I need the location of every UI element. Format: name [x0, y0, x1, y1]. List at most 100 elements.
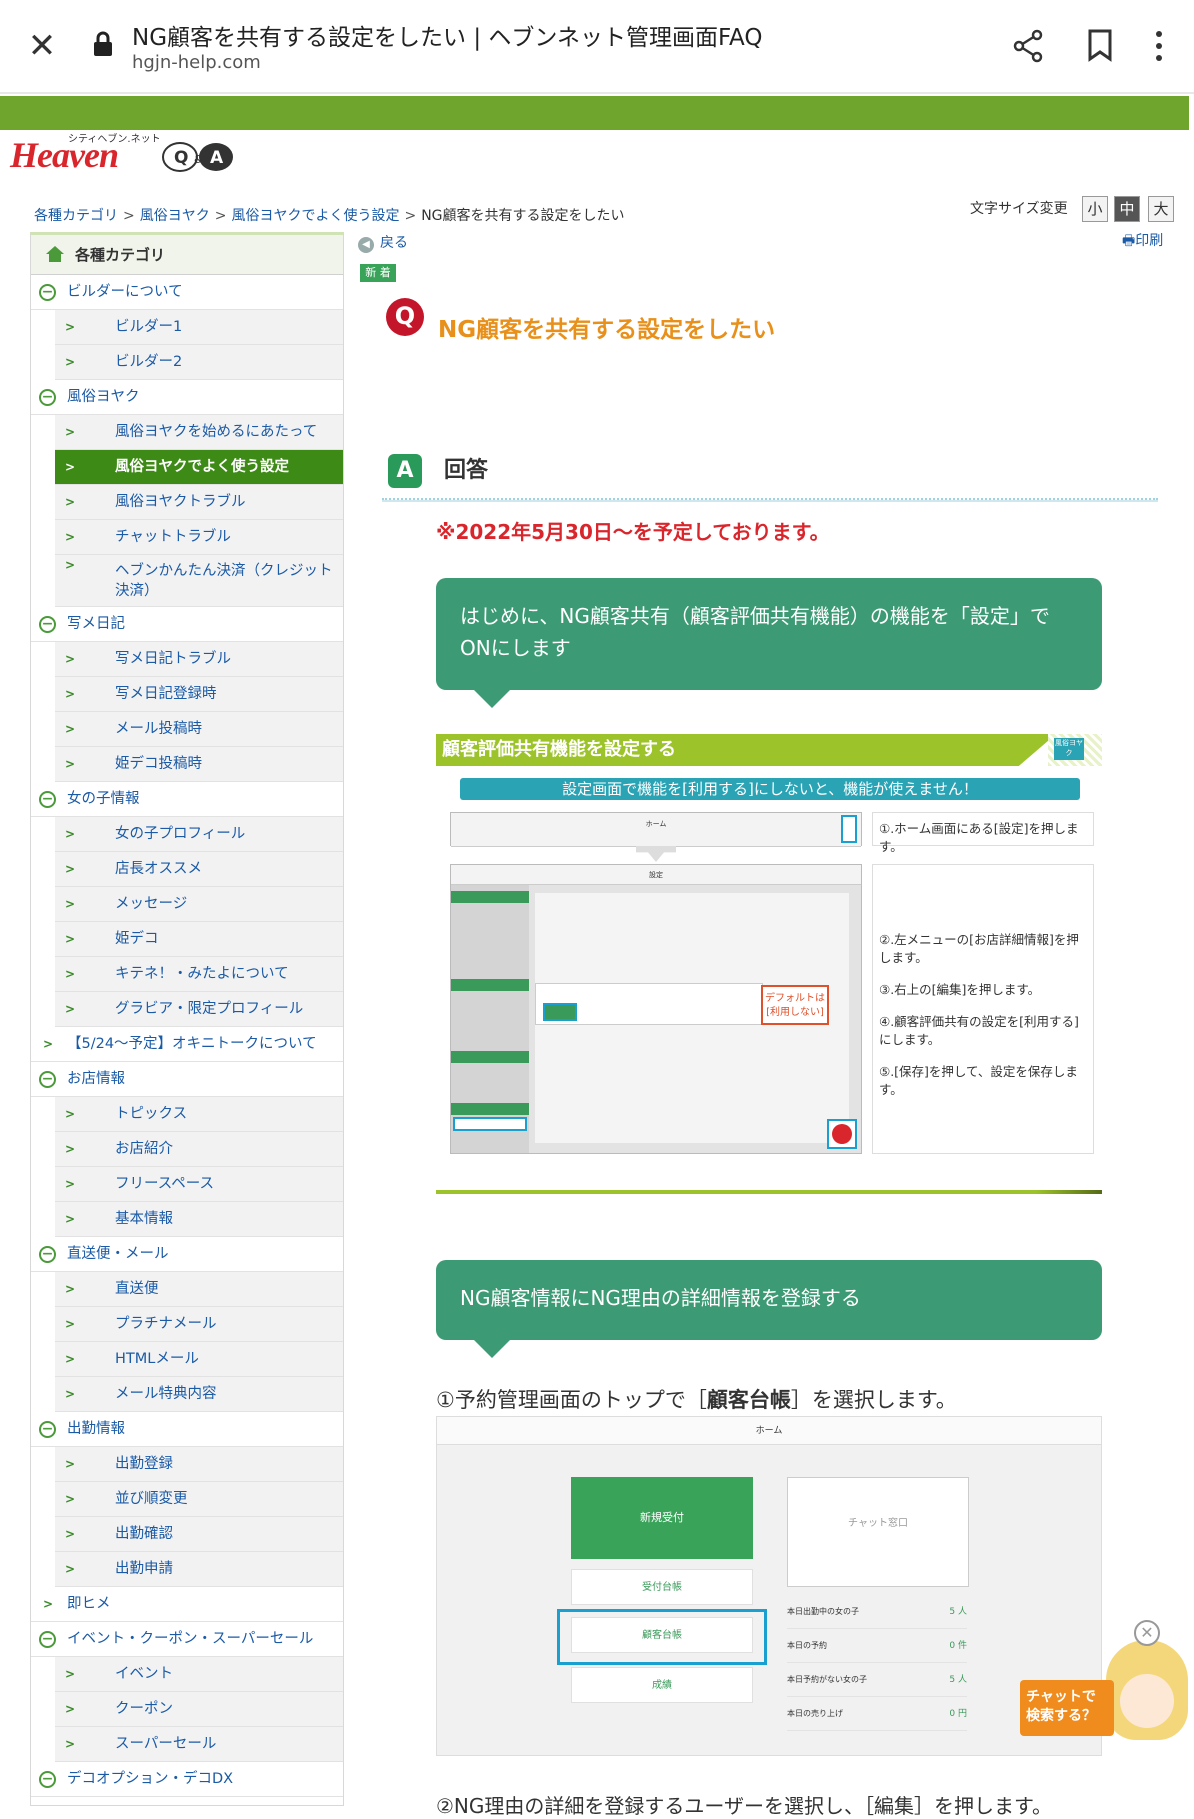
sidebar-item[interactable]: > スーパーセール [55, 1727, 343, 1762]
sidebar-category-link[interactable]: > 【5/24〜予定】オキニトークについて [31, 1027, 343, 1062]
sidebar-category[interactable]: − ビルダーについて [31, 275, 343, 310]
new-reception-card[interactable]: 新規受付 [571, 1477, 753, 1559]
sidebar-item[interactable]: > 写メ日記登録時 [55, 677, 343, 712]
sidebar-item[interactable]: > HTMLメール [55, 1342, 343, 1377]
sidebar-item-label: 直送便 [115, 1281, 159, 1297]
sidebar-item[interactable]: > プラチナメール [55, 1307, 343, 1342]
sidebar-category[interactable]: − イベント・クーポン・スーパーセール [31, 1622, 343, 1657]
collapse-icon[interactable]: − [39, 1246, 56, 1263]
chevron-right-icon: > [65, 460, 76, 474]
sidebar-item-label: 並び順変更 [115, 1491, 188, 1507]
sidebar-item[interactable]: > 写メ日記トラブル [55, 642, 343, 677]
sidebar-item[interactable]: > チャットトラブル [55, 520, 343, 555]
sidebar-item-label: イベント [115, 1666, 173, 1682]
chevron-right-icon: > [65, 320, 76, 334]
bookmark-icon[interactable] [1086, 28, 1114, 62]
reception-ledger-card[interactable]: 受付台帳 [571, 1569, 753, 1605]
sidebar-item-label: スーパーセール [115, 1736, 217, 1752]
sidebar-item[interactable]: > 出勤確認 [55, 1517, 343, 1552]
reservation-home-mockup: ホーム 新規受付 チャット窓口 受付台帳 顧客台帳 成績 本日出勤中の女の子 5 … [436, 1416, 1102, 1756]
sidebar-item[interactable]: > 風俗ヨヤクを始めるにあたって [55, 415, 343, 450]
sidebar-item[interactable]: > メール特典内容 [55, 1377, 343, 1412]
sidebar-item[interactable]: > 姫デコ投稿時 [55, 747, 343, 782]
sidebar-item-label: 出勤申請 [115, 1561, 173, 1577]
chatbot-close-icon[interactable]: ✕ [1134, 1620, 1160, 1646]
sidebar-item-label: デコオプション・デコDX [67, 1771, 234, 1787]
sidebar-item[interactable]: > ビルダー1 [55, 310, 343, 345]
sidebar-item[interactable]: > お店紹介 [55, 1132, 343, 1167]
sidebar-item[interactable]: > クーポン [55, 1692, 343, 1727]
sidebar-category[interactable]: − 直送便・メール [31, 1237, 343, 1272]
sidebar-category[interactable]: − 出勤情報 [31, 1412, 343, 1447]
sidebar-item[interactable]: > 並び順変更 [55, 1482, 343, 1517]
sidebar-item[interactable]: > 風俗ヨヤクでよく使う設定 [55, 450, 343, 485]
chevron-right-icon: > [65, 687, 76, 701]
collapse-icon[interactable]: − [39, 616, 56, 633]
sidebar-item[interactable]: > 出勤登録 [55, 1447, 343, 1482]
section-divider [436, 1190, 1102, 1194]
breadcrumb-link-1[interactable]: 風俗ヨヤク [140, 208, 210, 224]
sidebar-item[interactable]: > 姫デコ [55, 922, 343, 957]
sidebar-category[interactable]: − お店情報 [31, 1062, 343, 1097]
sidebar-item[interactable]: > メッセージ [55, 887, 343, 922]
sidebar-category[interactable]: − 女の子情報 [31, 782, 343, 817]
sidebar-item[interactable]: > フリースペース [55, 1167, 343, 1202]
sidebar-category[interactable]: − デコオプション・デコDX [31, 1762, 343, 1797]
sidebar-item[interactable]: > メール投稿時 [55, 712, 343, 747]
chevron-right-icon: > [65, 1737, 76, 1751]
sidebar-item[interactable]: > 基本情報 [55, 1202, 343, 1237]
sidebar-item-label: 風俗ヨヤクでよく使う設定 [115, 459, 289, 475]
font-size-medium-button[interactable]: 中 [1114, 196, 1140, 222]
back-link[interactable]: ◀ 戻る [358, 232, 408, 253]
sidebar-item[interactable]: > ヘブンかんたん決済（クレジット決済） [55, 555, 343, 607]
chatbot-widget[interactable]: チャットで検索する？ ✕ [1020, 1620, 1190, 1740]
results-card[interactable]: 成績 [571, 1667, 753, 1703]
collapse-icon[interactable]: − [39, 284, 56, 301]
chevron-right-icon: > [65, 355, 76, 369]
sidebar-item[interactable]: > トピックス [55, 1097, 343, 1132]
breadcrumb-link-0[interactable]: 各種カテゴリ [34, 208, 118, 224]
sidebar-item[interactable]: > グラビア・限定プロフィール [55, 992, 343, 1027]
collapse-icon[interactable]: − [39, 1631, 56, 1648]
back-label: 戻る [380, 235, 408, 251]
sidebar-item[interactable]: > イベント [55, 1657, 343, 1692]
sidebar-category[interactable]: − 風俗ヨヤク [31, 380, 343, 415]
step2-partial-text: ②NG理由の詳細を登録するユーザーを選択し、［編集］を押します。 [436, 1794, 1052, 1818]
more-options-icon[interactable] [1150, 26, 1168, 66]
sidebar-category[interactable]: − 写メ日記 [31, 607, 343, 642]
collapse-icon[interactable]: − [39, 1421, 56, 1438]
page-title: NG顧客を共有する設定をしたい | ヘブンネット管理画面FAQ [132, 25, 763, 51]
sidebar-item[interactable]: > 風俗ヨヤクトラブル [55, 485, 343, 520]
sidebar-item[interactable]: > 女の子プロフィール [55, 817, 343, 852]
sidebar-item[interactable]: > 店長オススメ [55, 852, 343, 887]
print-link[interactable]: 🖶印刷 [1122, 230, 1163, 254]
setup-warning: 設定画面で機能を[利用する]にしないと、機能が使えません！ [460, 778, 1080, 800]
chatbot-mascot-icon [1106, 1640, 1188, 1740]
notes-2-5: ②.左メニューの[お店詳細情報]を押します。 ③.右上の[編集]を押します。 ④… [872, 864, 1094, 1154]
svg-text:A: A [210, 148, 224, 168]
site-logo[interactable]: シティヘブン.ネット Heaven Q & A [10, 130, 233, 190]
collapse-icon[interactable]: − [39, 791, 56, 808]
sidebar-item[interactable]: > キテネ！・みたよについて [55, 957, 343, 992]
svg-text:Q: Q [174, 148, 188, 168]
chatbot-button[interactable]: チャットで検索する？ [1020, 1680, 1114, 1736]
sidebar-item[interactable]: > 直送便 [55, 1272, 343, 1307]
collapse-icon[interactable]: − [39, 1771, 56, 1788]
sidebar-item-label: 直送便・メール [67, 1246, 169, 1262]
stat-value: 0 円 [949, 1709, 967, 1719]
sidebar-item-label: 姫デコ投稿時 [115, 756, 202, 772]
sidebar-item-label: 女の子情報 [67, 791, 140, 807]
sidebar-item[interactable]: > ビルダー2 [55, 345, 343, 380]
font-size-large-button[interactable]: 大 [1148, 196, 1174, 222]
chat-window-card[interactable]: チャット窓口 [787, 1477, 969, 1587]
sidebar-category-link[interactable]: > 即ヒメ [31, 1587, 343, 1622]
font-size-small-button[interactable]: 小 [1082, 196, 1108, 222]
chevron-right-icon: > [65, 1212, 76, 1226]
collapse-icon[interactable]: − [39, 389, 56, 406]
close-icon[interactable]: ✕ [22, 26, 62, 66]
share-icon[interactable] [1010, 28, 1046, 64]
sidebar-item-label: プラチナメール [115, 1316, 217, 1332]
breadcrumb-link-2[interactable]: 風俗ヨヤクでよく使う設定 [231, 208, 399, 224]
collapse-icon[interactable]: − [39, 1071, 56, 1088]
sidebar-item[interactable]: > 出勤申請 [55, 1552, 343, 1587]
